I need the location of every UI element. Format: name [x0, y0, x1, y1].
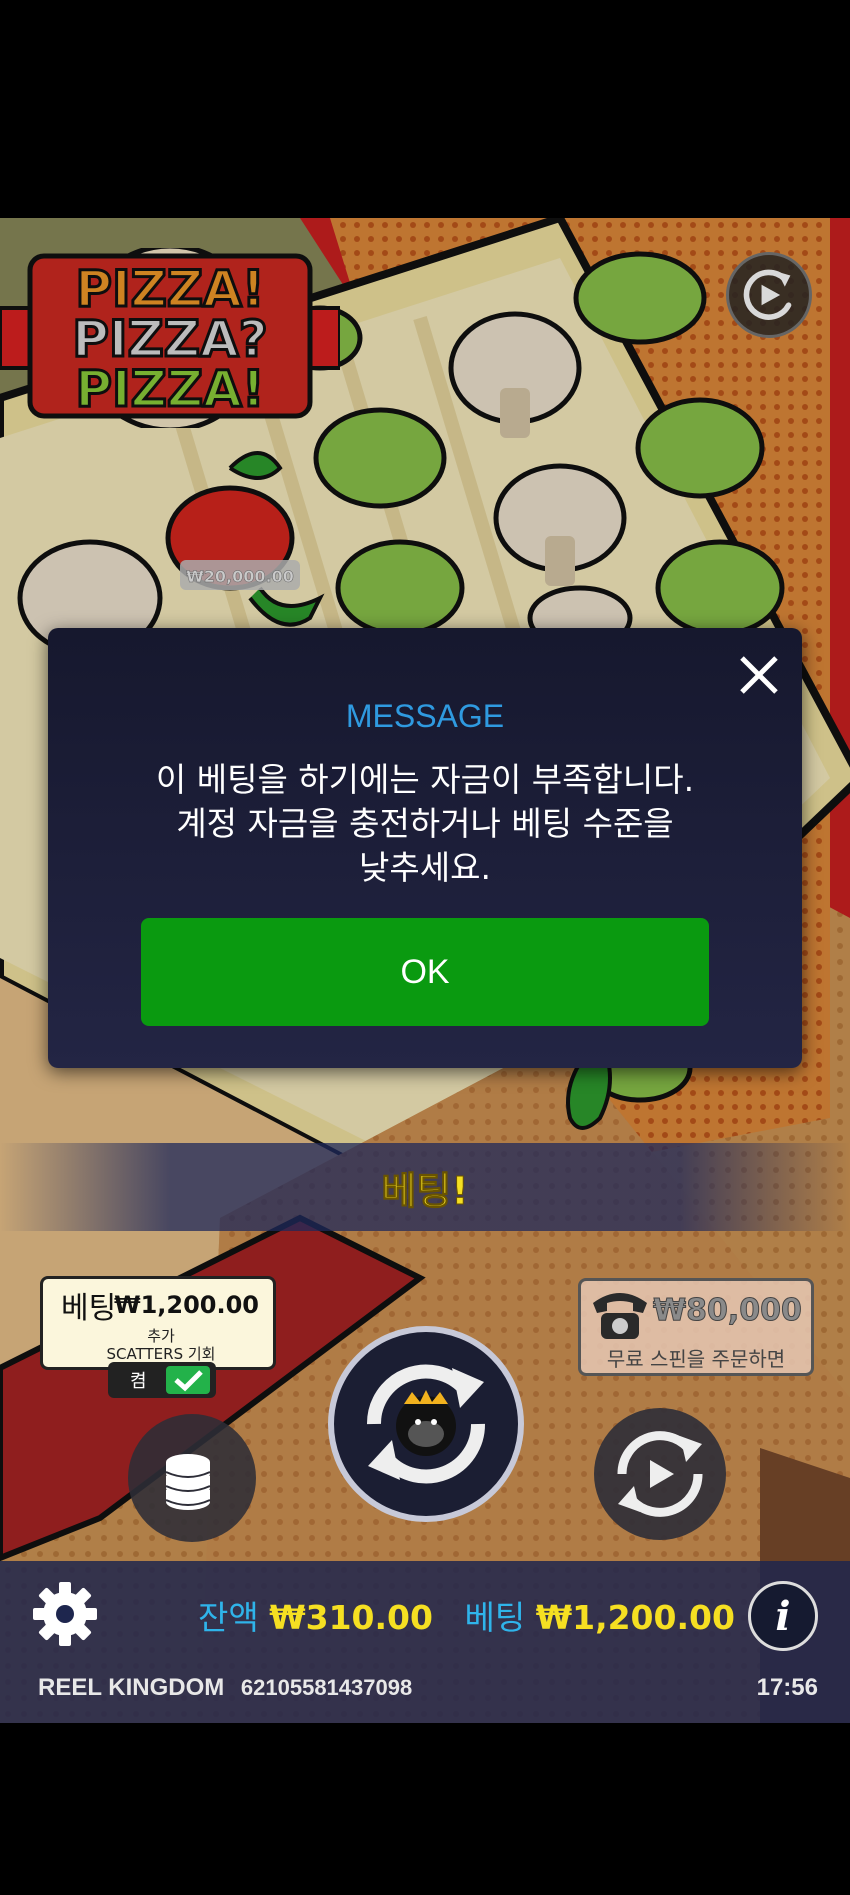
close-icon — [740, 656, 778, 694]
scatter-bet-amount: ₩1,200.00 — [114, 1291, 259, 1319]
coins-icon — [165, 1454, 211, 1510]
extra-scatters-panel[interactable]: 베팅 ₩1,200.00 추가 SCATTERS 기회 — [40, 1276, 276, 1370]
session-id: 62105581437098 — [240, 1675, 413, 1700]
spin-button[interactable] — [328, 1326, 524, 1522]
clock: 17:56 — [756, 1674, 818, 1701]
spin-icon — [366, 1364, 486, 1484]
toggle-label: 켬 — [130, 1371, 147, 1392]
ok-button[interactable]: OK — [141, 918, 709, 1026]
scatter-toggle[interactable]: 켬 — [108, 1362, 216, 1398]
close-button[interactable] — [734, 650, 784, 700]
info-button[interactable]: i — [748, 1581, 818, 1651]
provider-name: REEL KINGDOM — [38, 1674, 225, 1701]
dialog-message-line: 이 베팅을 하기에는 자금이 부족합니다. — [155, 760, 695, 799]
scatter-line-2: SCATTERS 기회 — [106, 1345, 216, 1363]
scatter-bet-label: 베팅 — [61, 1291, 117, 1326]
bet-label: 베팅 — [464, 1598, 526, 1637]
status-bar: 잔액 ₩310.00 베팅 ₩1,200.00 i REEL KINGDOM 6… — [0, 1561, 850, 1723]
bet-settings-button[interactable] — [128, 1414, 256, 1542]
autoplay-button[interactable] — [594, 1408, 726, 1540]
game-canvas: ₩20,000.00 PIZZA! PIZZA? PIZZA! MESSAGE … — [0, 218, 850, 1723]
autoplay-icon — [617, 1431, 703, 1517]
info-icon: i — [775, 1592, 791, 1640]
bet-banner: 베팅! — [0, 1143, 850, 1231]
dialog-message-line: 낮추세요. — [359, 848, 491, 887]
bet-banner-text: 베팅! — [381, 1168, 469, 1213]
message-dialog: MESSAGE 이 베팅을 하기에는 자금이 부족합니다. 계정 자금을 충전하… — [48, 628, 802, 1068]
dialog-message-line: 계정 자금을 충전하거나 베팅 수준을 — [176, 804, 674, 843]
dialog-message: 이 베팅을 하기에는 자금이 부족합니다. 계정 자금을 충전하거나 베팅 수준… — [88, 758, 762, 890]
settings-button[interactable] — [32, 1581, 98, 1647]
balance-label: 잔액 — [198, 1598, 259, 1637]
footer-provider: REEL KINGDOM 62105581437098 — [38, 1674, 412, 1702]
gear-icon — [33, 1582, 97, 1646]
buy-feature-text: 무료 스핀을 주문하면 — [606, 1347, 786, 1371]
check-icon — [166, 1366, 210, 1394]
balance-value: ₩310.00 — [269, 1598, 433, 1637]
phone-icon — [593, 1293, 647, 1339]
dialog-title: MESSAGE — [345, 698, 505, 734]
buy-free-spins-button[interactable]: ₩80,000 무료 스핀을 주문하면 — [578, 1278, 814, 1376]
bet-value: ₩1,200.00 — [535, 1598, 735, 1637]
buy-feature-price: ₩80,000 — [653, 1293, 803, 1329]
balance-display: 잔액 ₩310.00 베팅 ₩1,200.00 — [198, 1591, 735, 1639]
